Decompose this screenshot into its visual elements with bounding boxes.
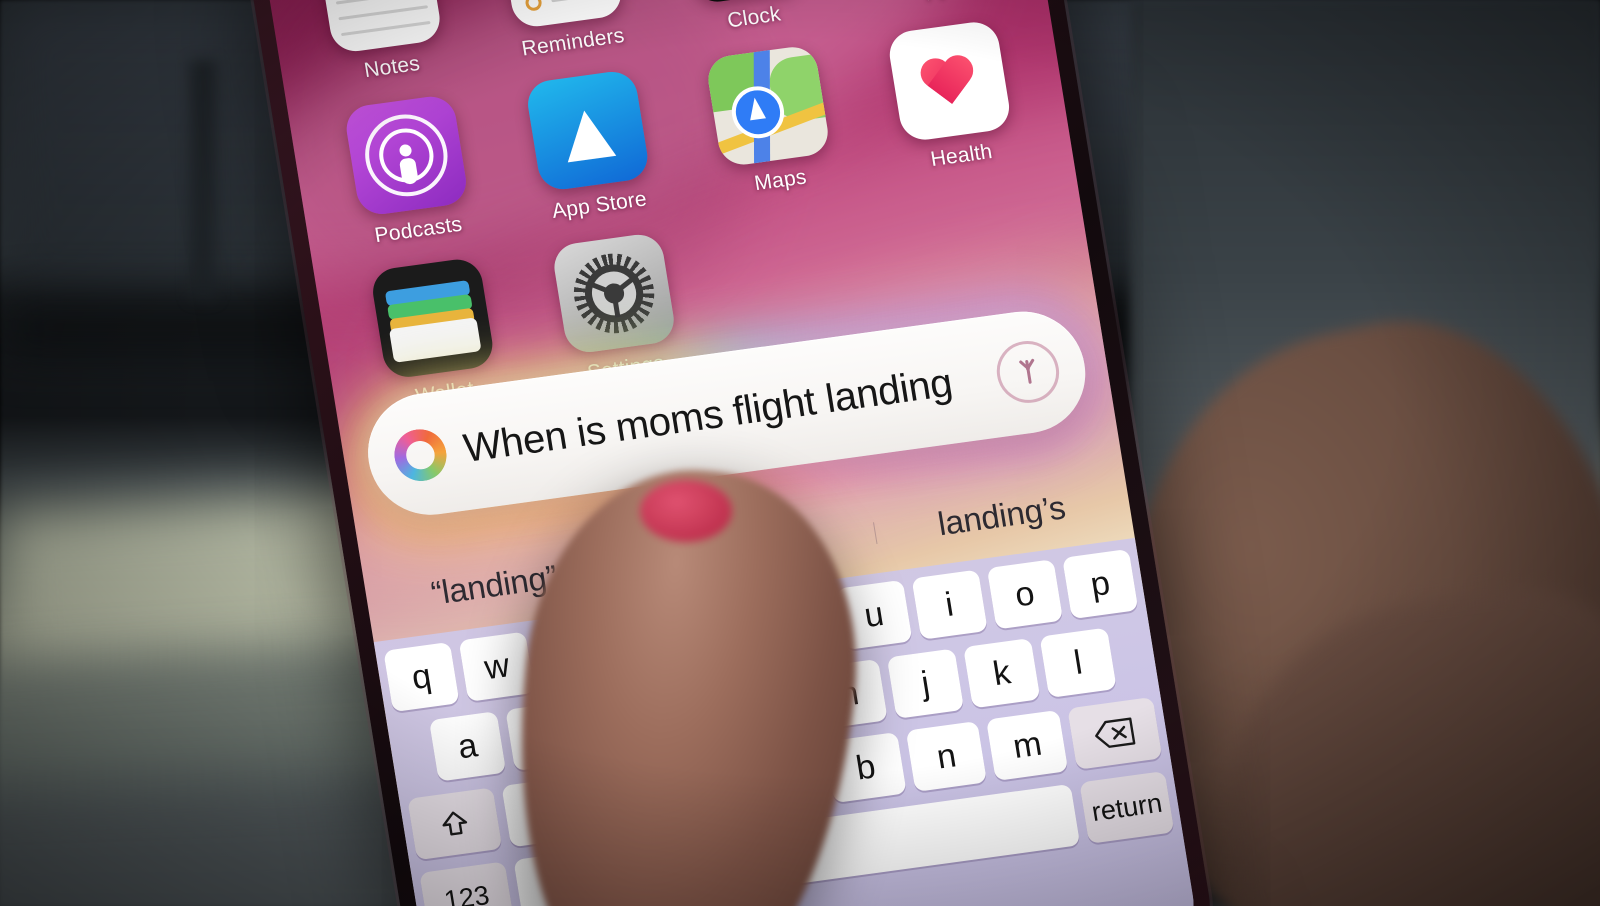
- app-icon-reminders[interactable]: Reminders: [489, 0, 639, 63]
- app-label: Reminders: [519, 23, 627, 61]
- key-o[interactable]: o: [986, 559, 1064, 630]
- app-label: Clock: [725, 2, 783, 33]
- notes-icon: [316, 0, 444, 55]
- key-a[interactable]: a: [428, 711, 507, 782]
- app-icon-notes[interactable]: Notes: [308, 0, 458, 88]
- maps-icon: [705, 44, 832, 168]
- apple-intelligence-siri-icon: [390, 425, 451, 485]
- settings-icon: [550, 231, 678, 356]
- key-j[interactable]: j: [886, 648, 965, 719]
- key-l[interactable]: l: [1039, 627, 1117, 698]
- app-store-icon: ▲: [524, 68, 651, 193]
- app-icon-health[interactable]: Health: [877, 18, 1027, 177]
- app-label: TV: [920, 0, 951, 7]
- key-q[interactable]: q: [383, 641, 460, 713]
- app-label: App Store: [550, 187, 649, 223]
- key-n[interactable]: n: [905, 720, 988, 792]
- podcasts-icon: [343, 93, 470, 218]
- app-icon-tv[interactable]: tv TV: [851, 0, 1001, 14]
- wallet-icon: [369, 256, 497, 381]
- suggestion-possessive[interactable]: landing’s: [872, 480, 1132, 552]
- app-icon-clock[interactable]: 12 3 6 9 11 10 1 2 4 5 7: [670, 0, 820, 38]
- app-icon-app-store[interactable]: ▲ App Store: [515, 68, 665, 227]
- app-label: Notes: [362, 51, 422, 83]
- return-key[interactable]: return: [1079, 770, 1175, 844]
- app-label: Maps: [752, 165, 809, 196]
- clock-icon: 12 3 6 9 11 10 1 2 4 5 7: [678, 0, 806, 5]
- arrow-up-circle-icon[interactable]: [992, 337, 1064, 407]
- key-m[interactable]: m: [986, 709, 1069, 781]
- key-k[interactable]: k: [963, 637, 1041, 709]
- thumb-nail: [640, 480, 732, 542]
- reminders-icon: [497, 0, 625, 30]
- numbers-key[interactable]: 123: [419, 861, 515, 906]
- app-label: Health: [928, 139, 994, 172]
- screenshot-stage: Notes Reminders 12: [0, 0, 1600, 906]
- delete-icon[interactable]: [1067, 696, 1163, 770]
- health-icon: [886, 19, 1013, 143]
- shift-icon[interactable]: [407, 787, 503, 861]
- key-p[interactable]: p: [1062, 548, 1139, 620]
- app-label: Podcasts: [372, 212, 464, 248]
- key-i[interactable]: i: [911, 569, 988, 640]
- app-icon-maps[interactable]: Maps: [696, 43, 846, 202]
- app-icon-podcasts[interactable]: Podcasts: [334, 92, 484, 251]
- background-post: [190, 60, 216, 300]
